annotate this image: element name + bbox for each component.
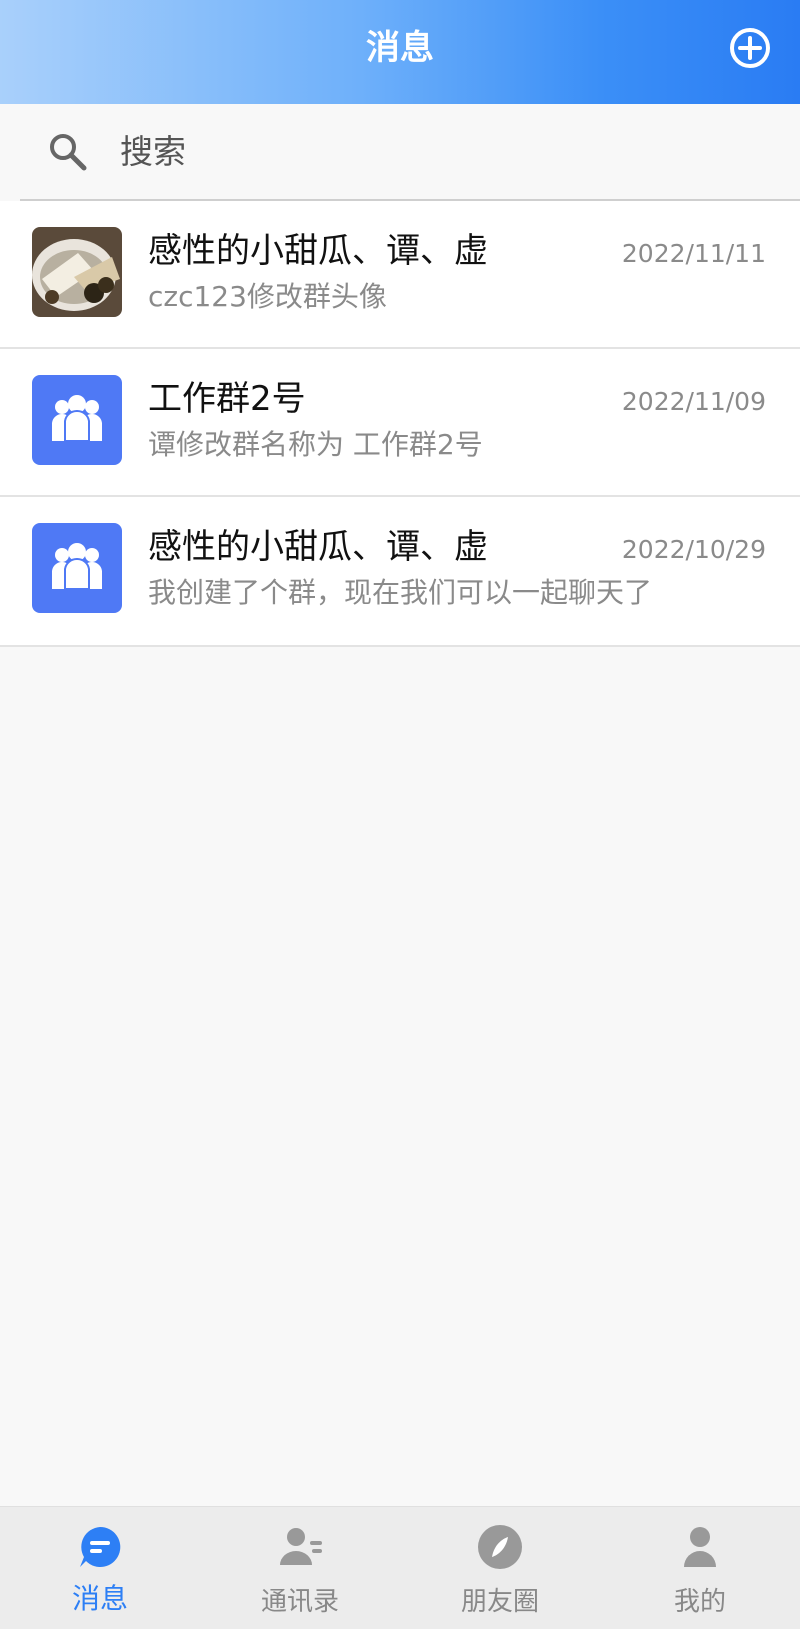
tab-me[interactable]: 我的 [600, 1507, 800, 1629]
conversation-last-message: czc123修改群头像 [148, 280, 387, 313]
conversation-list: 感性的小甜瓜、谭、虚 czc123修改群头像 2022/11/11 工作群2号 … [0, 201, 800, 647]
compass-icon [478, 1525, 522, 1569]
conversation-date: 2022/10/29 [621, 535, 766, 564]
conversation-item[interactable]: 感性的小甜瓜、谭、虚 czc123修改群头像 2022/11/11 [0, 201, 800, 349]
tab-label: 消息 [71, 1582, 128, 1615]
conversation-last-message: 谭修改群名称为 工作群2号 [148, 428, 483, 461]
app-header: 消息 [0, 0, 800, 104]
search-icon [50, 134, 87, 171]
tab-messages[interactable]: 消息 [0, 1507, 200, 1629]
conversation-item[interactable]: 工作群2号 谭修改群名称为 工作群2号 2022/11/09 [0, 349, 800, 497]
conversation-last-message: 我创建了个群，现在我们可以一起聊天了 [148, 576, 653, 609]
conversation-name: 工作群2号 [148, 379, 306, 419]
conversation-date: 2022/11/11 [621, 239, 766, 268]
search-bar[interactable]: 搜索 [0, 104, 800, 200]
conversation-item[interactable]: 感性的小甜瓜、谭、虚 我创建了个群，现在我们可以一起聊天了 2022/10/29 [0, 497, 800, 647]
group-avatar-icon [32, 375, 122, 465]
group-avatar-icon [32, 523, 122, 613]
tab-label: 我的 [673, 1587, 726, 1617]
search-input[interactable]: 搜索 [120, 104, 186, 200]
tab-label: 朋友圈 [460, 1587, 539, 1617]
tab-contacts[interactable]: 通讯录 [200, 1507, 400, 1629]
conversation-name: 感性的小甜瓜、谭、虚 [148, 527, 488, 567]
contacts-icon [280, 1528, 322, 1565]
conversation-date: 2022/11/09 [621, 387, 766, 416]
add-circle-icon[interactable] [728, 26, 772, 70]
chat-bubble-icon [80, 1526, 121, 1567]
tab-label: 通讯录 [260, 1587, 339, 1617]
conversation-name: 感性的小甜瓜、谭、虚 [148, 231, 488, 271]
bottom-tab-bar: 消息 通讯录 朋友圈 我的 [0, 1506, 800, 1629]
page-title: 消息 [366, 28, 434, 68]
profile-icon [684, 1527, 716, 1567]
avatar-photo [32, 227, 122, 317]
tab-moments[interactable]: 朋友圈 [400, 1507, 600, 1629]
